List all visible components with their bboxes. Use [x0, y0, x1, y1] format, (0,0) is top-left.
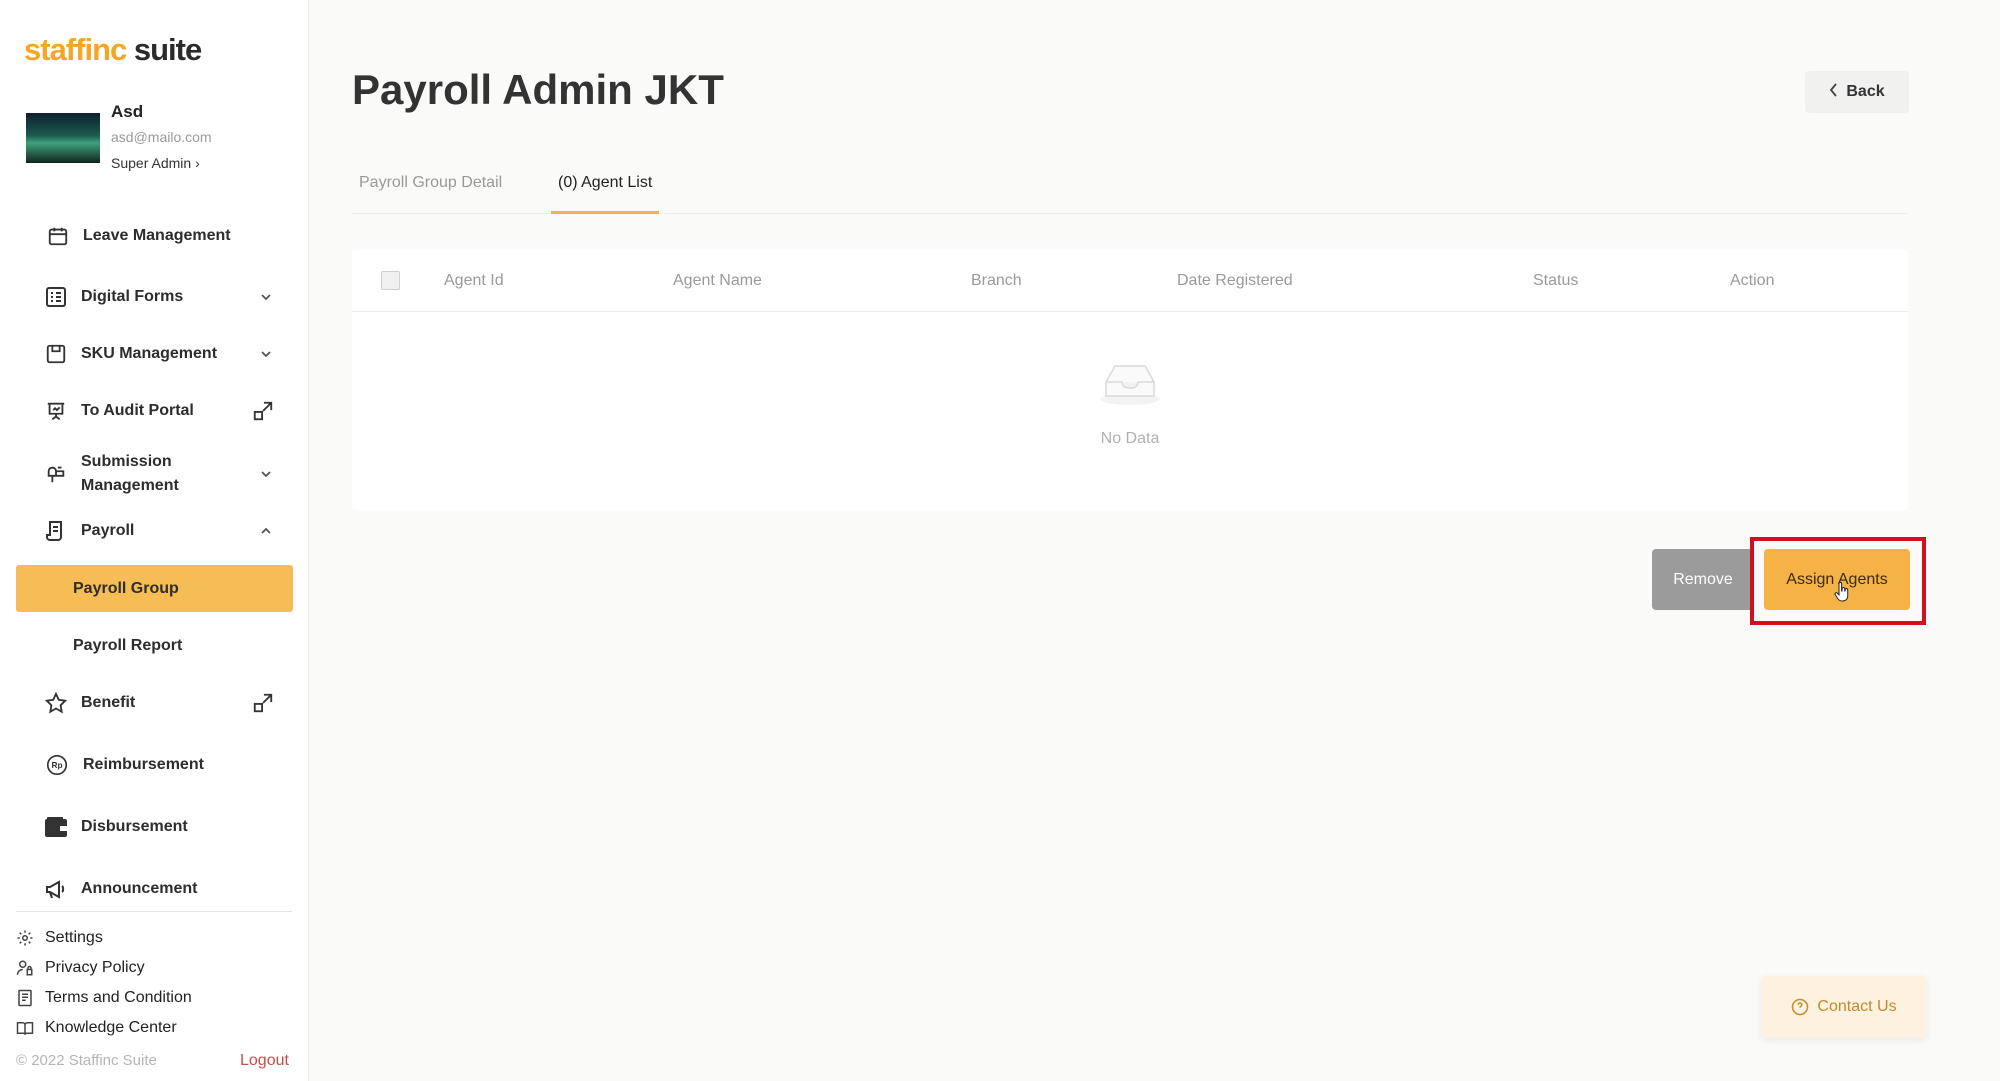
wallet-icon: [44, 815, 68, 839]
sidebar-divider: [16, 911, 292, 912]
sidebar-item-audit-portal[interactable]: To Audit Portal: [0, 386, 309, 436]
footer-link-knowledge-center[interactable]: Knowledge Center: [16, 1016, 177, 1040]
user-profile[interactable]: Asd asd@mailo.com Super Admin ›: [26, 100, 296, 180]
sidebar-item-reimbursement[interactable]: Rp Reimbursement: [0, 740, 309, 790]
megaphone-icon: [44, 877, 68, 901]
sidebar-item-announcement[interactable]: Announcement: [0, 864, 309, 914]
sidebar: staffinc suite Asd asd@mailo.com Super A…: [0, 0, 309, 1081]
contact-us-button[interactable]: Contact Us: [1762, 976, 1926, 1038]
mailbox-icon: [44, 462, 68, 486]
column-header-date-registered[interactable]: Date Registered: [1177, 272, 1293, 290]
chevron-up-icon[interactable]: [258, 523, 274, 539]
external-link-icon[interactable]: [252, 692, 274, 714]
copyright-text: © 2022 Staffinc Suite: [16, 1052, 157, 1069]
sidebar-item-sku-management[interactable]: SKU Management: [0, 329, 309, 379]
sidebar-item-payroll[interactable]: Payroll: [0, 506, 309, 556]
footer-link-settings[interactable]: Settings: [16, 926, 103, 950]
star-icon: [44, 691, 68, 715]
sidebar-subitem-payroll-report[interactable]: Payroll Report: [16, 622, 293, 669]
chevron-down-icon[interactable]: [258, 466, 274, 482]
sidebar-subitem-payroll-group[interactable]: Payroll Group: [16, 565, 293, 612]
user-role[interactable]: Super Admin ›: [111, 155, 200, 171]
box-icon: [44, 342, 68, 366]
external-link-icon[interactable]: [252, 400, 274, 422]
column-header-status[interactable]: Status: [1533, 272, 1578, 290]
page-title: Payroll Admin JKT: [352, 66, 724, 113]
sidebar-item-leave-management[interactable]: Leave Management: [0, 211, 309, 261]
app-logo[interactable]: staffinc suite: [24, 32, 202, 68]
footer-link-terms[interactable]: Terms and Condition: [16, 986, 192, 1010]
empty-state-text: No Data: [1100, 430, 1160, 447]
svg-text:Rp: Rp: [51, 760, 62, 770]
tab-agent-list[interactable]: (0) Agent List: [551, 174, 660, 214]
presentation-icon: [44, 399, 68, 423]
empty-inbox-icon: [1098, 358, 1162, 411]
hand-cursor-icon: [1834, 581, 1850, 607]
form-list-icon: [44, 285, 68, 309]
user-name: Asd: [111, 102, 144, 121]
select-all-checkbox[interactable]: [381, 271, 400, 290]
privacy-icon: [16, 959, 34, 977]
chevron-down-icon[interactable]: [258, 289, 274, 305]
column-header-agent-name[interactable]: Agent Name: [673, 272, 762, 290]
back-button[interactable]: Back: [1805, 71, 1909, 113]
column-header-action: Action: [1730, 272, 1775, 289]
agent-table: Agent Id Agent Name Branch Date Register…: [352, 250, 1908, 510]
sidebar-item-digital-forms[interactable]: Digital Forms: [0, 272, 309, 322]
remove-button[interactable]: Remove: [1652, 549, 1754, 610]
question-circle-icon: [1791, 998, 1809, 1016]
column-header-branch[interactable]: Branch: [971, 272, 1022, 290]
chevron-right-icon: ›: [195, 155, 200, 171]
logout-link[interactable]: Logout: [240, 1052, 289, 1070]
footer-link-privacy-policy[interactable]: Privacy Policy: [16, 956, 145, 980]
document-icon: [16, 989, 34, 1007]
sidebar-item-benefit[interactable]: Benefit: [0, 678, 309, 728]
avatar: [26, 113, 100, 163]
sidebar-item-disbursement[interactable]: Disbursement: [0, 802, 309, 852]
chevron-left-icon: [1829, 82, 1838, 102]
table-header: Agent Id Agent Name Branch Date Register…: [352, 250, 1908, 312]
column-header-agent-id[interactable]: Agent Id: [444, 272, 504, 290]
user-email: asd@mailo.com: [111, 129, 212, 145]
receipt-icon: [44, 519, 68, 543]
calendar-icon: [46, 224, 70, 248]
book-icon: [16, 1019, 34, 1037]
sidebar-item-submission-management[interactable]: Submission Management: [0, 449, 309, 499]
tab-bar: Payroll Group Detail (0) Agent List: [352, 163, 1908, 214]
gear-icon: [16, 929, 34, 947]
empty-state: No Data: [352, 312, 1908, 510]
rupiah-icon: Rp: [45, 753, 69, 777]
chevron-down-icon[interactable]: [258, 346, 274, 362]
tab-payroll-group-detail[interactable]: Payroll Group Detail: [359, 174, 502, 214]
